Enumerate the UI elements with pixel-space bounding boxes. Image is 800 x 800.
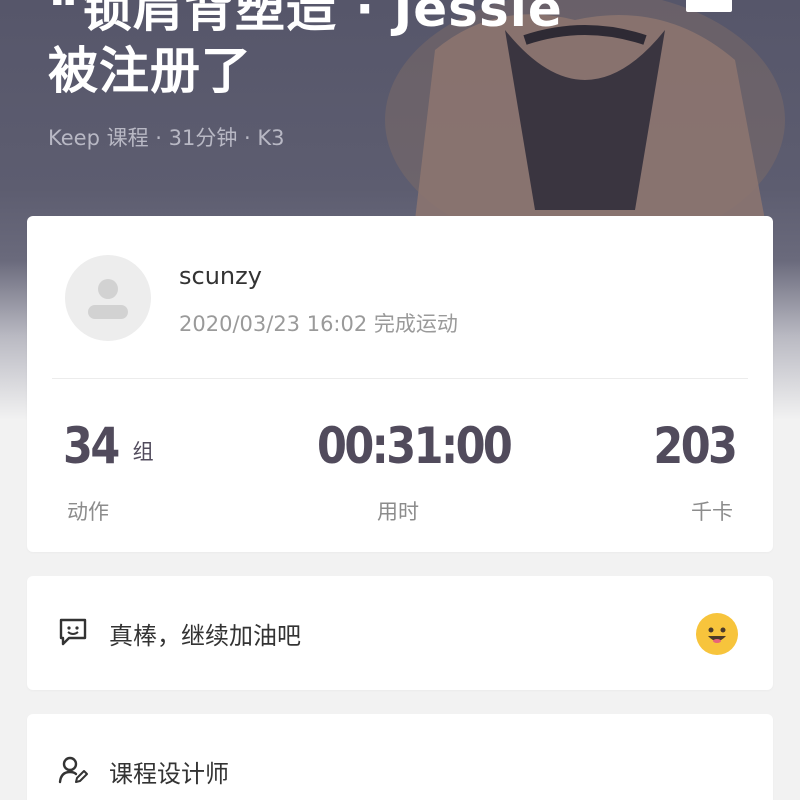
stat-duration-value: 00:31:00: [317, 417, 513, 475]
divider: [52, 378, 748, 379]
stat-duration: 00:31:00: [317, 416, 542, 476]
share-icon[interactable]: [686, 0, 732, 12]
username[interactable]: scunzy: [179, 262, 262, 290]
course-title-line1: “锁肩背塑造 · Jessie: [48, 0, 563, 38]
designer-label: 课程设计师: [109, 760, 229, 788]
course-title: “锁肩背塑造 · Jessie 被注册了: [48, 0, 563, 102]
user-placeholder-icon: [88, 279, 128, 319]
feedback-card[interactable]: 真棒，继续加油吧: [27, 576, 773, 690]
stat-sets-label: 动作: [67, 500, 109, 524]
avatar[interactable]: [65, 255, 151, 341]
course-meta: Keep 课程 · 31分钟 · K3: [48, 126, 285, 150]
stat-duration-label: 用时: [377, 500, 419, 524]
finish-time: 2020/03/23 16:02 完成运动: [179, 312, 458, 336]
stat-calories-value: 203: [652, 417, 738, 475]
designer-icon: [58, 756, 88, 784]
workout-summary-card: scunzy 2020/03/23 16:02 完成运动 34 组 动作 00:3…: [27, 216, 773, 552]
course-designer-card[interactable]: 课程设计师: [27, 714, 773, 800]
course-title-line2: 被注册了: [48, 42, 252, 100]
smile-face-icon[interactable]: [695, 612, 739, 656]
comment-icon: [59, 618, 87, 646]
stat-sets: 34 组: [63, 416, 154, 476]
stat-sets-unit: 组: [132, 440, 154, 464]
stat-calories: 203: [640, 416, 738, 476]
stat-sets-value: 34: [63, 417, 120, 475]
feedback-text: 真棒，继续加油吧: [109, 622, 301, 650]
stat-calories-label: 千卡: [691, 500, 733, 524]
